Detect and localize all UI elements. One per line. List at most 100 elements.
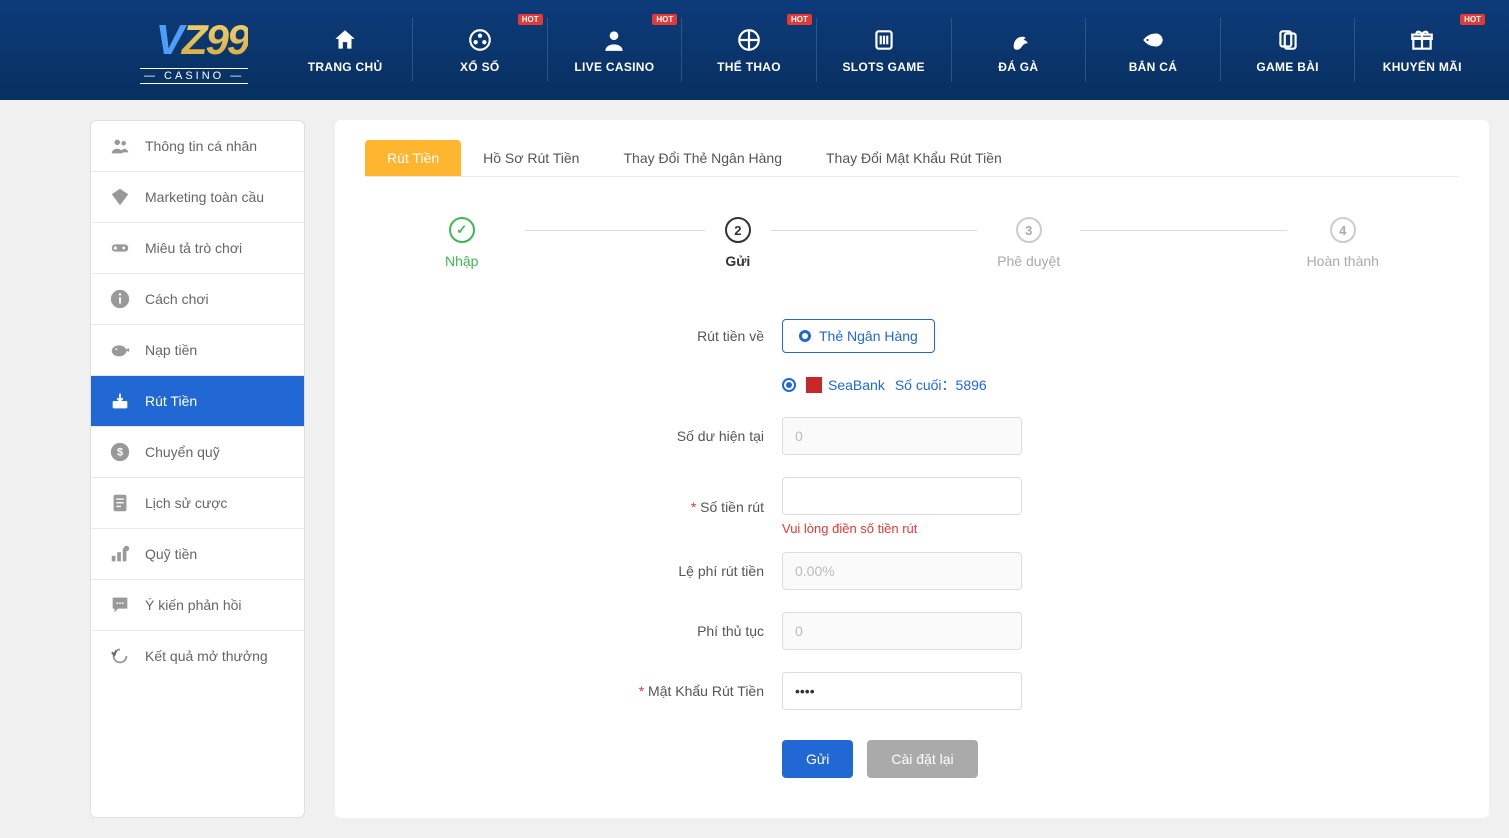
nav-label: THỂ THAO	[686, 60, 812, 74]
nav-lottery[interactable]: HOTXỔ SỐ	[412, 18, 547, 82]
nav-gift[interactable]: HOTKHUYẾN MÃI	[1354, 18, 1489, 82]
sidebar-item-label: Ý kiến phản hồi	[145, 597, 242, 613]
bank-name: SeaBank	[828, 377, 885, 393]
sidebar-item-gamepad[interactable]: Miêu tả trò chơi	[91, 223, 304, 274]
nav-label: ĐÁ GÀ	[956, 60, 1082, 74]
withdraw-form: Rút tiền về Thẻ Ngân Hàng SeaBank Số cuố…	[602, 319, 1222, 778]
step-label: Phê duyệt	[997, 253, 1060, 269]
nav-home[interactable]: TRANG CHỦ	[278, 18, 412, 82]
proc-fee-input	[782, 612, 1022, 650]
step-circle: 2	[725, 217, 751, 243]
balance-input	[782, 417, 1022, 455]
main-nav: TRANG CHỦ HOTXỔ SỐHOTLIVE CASINOHOTTHỂ TH…	[278, 18, 1489, 82]
logo-text: VZ99	[156, 16, 248, 64]
step-label: Gửi	[725, 253, 750, 269]
amount-error-text: Vui lòng điền số tiền rút	[782, 521, 1222, 536]
fish-icon	[1090, 26, 1216, 54]
nav-livecasino[interactable]: HOTLIVE CASINO	[547, 18, 682, 82]
slots-icon	[821, 26, 947, 54]
nav-label: LIVE CASINO	[552, 60, 678, 74]
cards-icon	[1225, 26, 1351, 54]
logo-subtitle: — CASINO —	[140, 68, 248, 84]
nav-sports[interactable]: HOTTHỂ THAO	[681, 18, 816, 82]
nav-label: XỔ SỐ	[417, 60, 543, 74]
step-current: 2 Gửi	[705, 217, 771, 269]
sidebar-item-diamond[interactable]: Marketing toàn cầu	[91, 172, 304, 223]
sidebar-item-results[interactable]: Kết quả mở thưởng	[91, 631, 304, 681]
site-logo[interactable]: VZ99 — CASINO —	[140, 16, 248, 84]
fee-pct-label: Lệ phí rút tiền	[602, 563, 782, 579]
reset-button[interactable]: Cài đặt lại	[867, 740, 977, 778]
submit-button[interactable]: Gửi	[782, 740, 853, 778]
sidebar-item-funds[interactable]: Quỹ tiền	[91, 529, 304, 580]
sidebar-item-label: Chuyển quỹ	[145, 444, 220, 460]
account-sidebar: Thông tin cá nhân Marketing toàn cầu Miêu …	[90, 120, 305, 818]
main-header: VZ99 — CASINO — TRANG CHỦHOTXỔ SỐHOTLIVE…	[0, 0, 1509, 100]
sidebar-item-label: Marketing toàn cầu	[145, 189, 264, 205]
nav-rooster[interactable]: ĐÁ GÀ	[951, 18, 1086, 82]
radio-dot-icon	[799, 330, 811, 342]
sidebar-item-user[interactable]: Thông tin cá nhân	[91, 121, 304, 172]
seabank-logo-icon	[806, 377, 822, 393]
sidebar-item-withdraw[interactable]: Rút Tiền	[91, 376, 304, 427]
withdraw-tabs: Rút TiềnHồ Sơ Rút TiềnThay Đổi Thẻ Ngân …	[365, 140, 1459, 177]
sidebar-item-feedback[interactable]: Ý kiến phản hồi	[91, 580, 304, 631]
sidebar-item-label: Quỹ tiền	[145, 546, 197, 562]
password-label: * Mật Khẩu Rút Tiền	[602, 683, 782, 699]
tab[interactable]: Thay Đổi Mật Khẩu Rút Tiền	[804, 140, 1024, 176]
sidebar-item-label: Miêu tả trò chơi	[145, 240, 242, 256]
proc-fee-label: Phí thủ tục	[602, 623, 782, 639]
hot-badge: HOT	[652, 14, 677, 25]
nav-fish[interactable]: BẮN CÁ	[1085, 18, 1220, 82]
svg-text:$: $	[117, 447, 123, 459]
nav-label: TRANG CHỦ	[282, 60, 408, 74]
nav-label: BẮN CÁ	[1090, 60, 1216, 74]
step-done: ✓ Nhập	[425, 217, 498, 269]
home-icon	[282, 26, 408, 54]
sidebar-item-label: Cách chơi	[145, 291, 209, 307]
main-panel: Rút TiềnHồ Sơ Rút TiềnThay Đổi Thẻ Ngân …	[335, 120, 1489, 818]
lottery-icon	[417, 26, 543, 54]
gift-icon	[1359, 26, 1485, 54]
nav-cards[interactable]: GAME BÀI	[1220, 18, 1355, 82]
sidebar-item-label: Kết quả mở thưởng	[145, 648, 268, 664]
sidebar-item-label: Nạp tiền	[145, 342, 197, 358]
nav-label: KHUYẾN MÃI	[1359, 60, 1485, 74]
tab[interactable]: Rút Tiền	[365, 140, 461, 176]
withdraw-to-label: Rút tiền về	[602, 328, 782, 344]
nav-label: SLOTS GAME	[821, 60, 947, 74]
livecasino-icon	[552, 26, 678, 54]
step-pending: 4 Hoàn thành	[1287, 217, 1399, 269]
sidebar-item-label: Rút Tiền	[145, 393, 197, 409]
step-circle: ✓	[449, 217, 475, 243]
tab[interactable]: Thay Đổi Thẻ Ngân Hàng	[601, 140, 804, 176]
hot-badge: HOT	[518, 14, 543, 25]
step-indicator: ✓ Nhập 2 Gửi 3 Phê duyệt 4 Hoàn thành	[425, 217, 1399, 269]
step-circle: 3	[1016, 217, 1042, 243]
bank-card-option[interactable]: Thẻ Ngân Hàng	[782, 319, 935, 353]
balance-label: Số dư hiện tại	[602, 428, 782, 444]
sidebar-item-history[interactable]: Lịch sử cược	[91, 478, 304, 529]
sidebar-item-label: Thông tin cá nhân	[145, 138, 257, 154]
step-label: Hoàn thành	[1307, 253, 1379, 269]
amount-label: * Số tiền rút	[602, 499, 782, 515]
sidebar-item-piggybank[interactable]: Nạp tiền	[91, 325, 304, 376]
hot-badge: HOT	[787, 14, 812, 25]
fee-pct-input	[782, 552, 1022, 590]
withdraw-password-input[interactable]	[782, 672, 1022, 710]
sidebar-item-transfer[interactable]: $ Chuyển quỹ	[91, 427, 304, 478]
step-circle: 4	[1330, 217, 1356, 243]
amount-input[interactable]	[782, 477, 1022, 515]
nav-slots[interactable]: SLOTS GAME	[816, 18, 951, 82]
sports-icon	[686, 26, 812, 54]
tab[interactable]: Hồ Sơ Rút Tiền	[461, 140, 601, 176]
bank-last-digits: 5896	[956, 377, 987, 393]
rooster-icon	[956, 26, 1082, 54]
radio-selected-icon	[782, 378, 796, 392]
sidebar-item-info[interactable]: Cách chơi	[91, 274, 304, 325]
selected-bank-account[interactable]: SeaBank Số cuối： 5896	[782, 375, 1222, 395]
step-label: Nhập	[445, 253, 478, 269]
nav-label: GAME BÀI	[1225, 60, 1351, 74]
hot-badge: HOT	[1460, 14, 1485, 25]
bank-last-label: Số cuối：	[895, 375, 956, 395]
